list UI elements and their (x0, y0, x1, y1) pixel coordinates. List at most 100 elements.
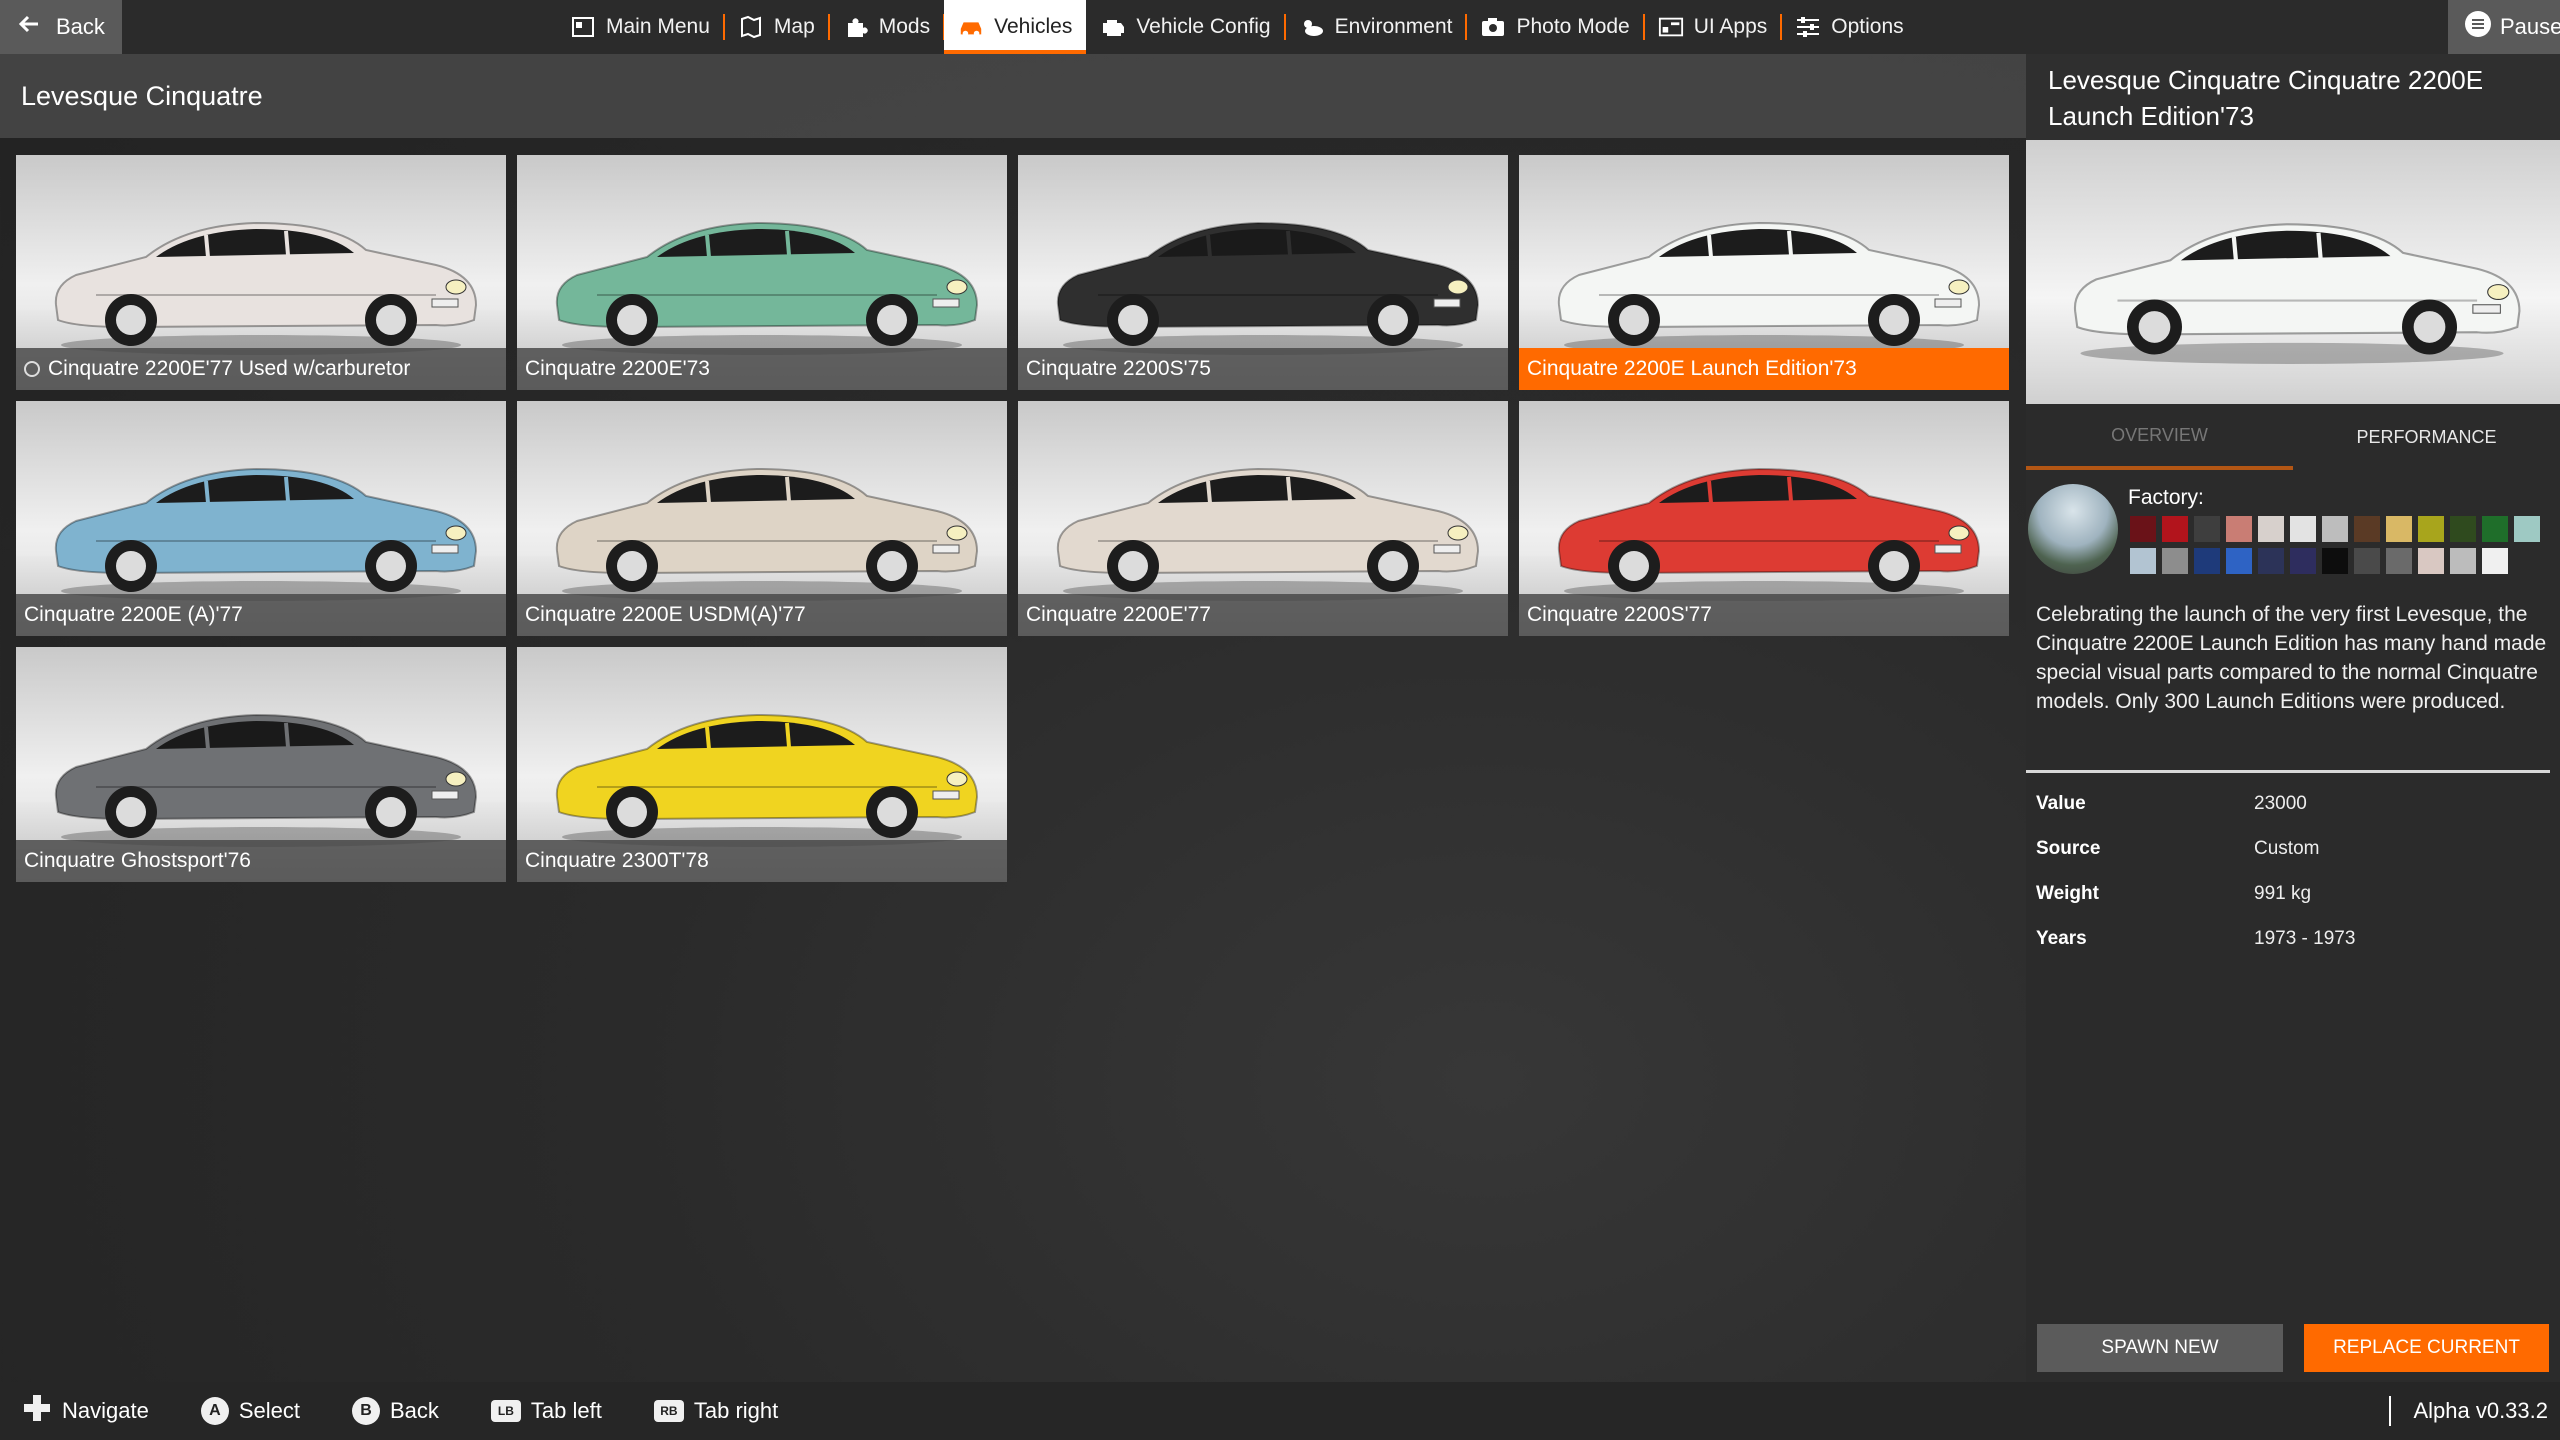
vehicle-thumbnail (54, 221, 478, 355)
vehicle-name: Cinquatre 2200E'73 (525, 357, 710, 380)
vehicle-thumbnail (54, 467, 478, 601)
main-nav: Main Menu Map Mods Vehicles Vehicle Conf… (556, 0, 1918, 54)
vehicle-tile[interactable]: Cinquatre 2200S'75 (1018, 155, 1508, 390)
sliders-icon (1795, 14, 1821, 40)
paint-swatch[interactable] (2162, 516, 2188, 542)
paint-swatch[interactable] (2354, 516, 2380, 542)
paint-swatch[interactable] (2514, 516, 2540, 542)
vehicle-tile-label: Cinquatre 2200S'77 (1519, 594, 2009, 636)
nav-options[interactable]: Options (1781, 0, 1917, 54)
hint-select: A Select (200, 1397, 300, 1425)
vehicle-name: Cinquatre 2200S'75 (1026, 357, 1211, 380)
vehicle-tile[interactable]: Cinquatre 2200E'77 Used w/carburetor (16, 155, 506, 390)
a-button-icon: A (200, 1397, 229, 1425)
hint-back: B Back (352, 1397, 439, 1425)
hint-tab-left-label: Tab left (530, 1398, 602, 1423)
stat-row: Years 1973 - 1973 (2036, 916, 2550, 961)
nav-environment[interactable]: Environment (1285, 0, 1468, 54)
nav-vehicles[interactable]: Vehicles (944, 0, 1087, 54)
paint-swatch[interactable] (2226, 548, 2252, 574)
paint-swatch[interactable] (2450, 548, 2476, 574)
paint-swatch[interactable] (2354, 548, 2380, 574)
vehicle-tile[interactable]: Cinquatre 2200E USDM(A)'77 (517, 401, 1007, 636)
arrow-left-icon (18, 13, 40, 41)
vehicle-tile[interactable]: Cinquatre 2200E'73 (517, 155, 1007, 390)
vehicle-tile[interactable]: Cinquatre 2200E'77 (1018, 401, 1508, 636)
nav-map-label: Map (773, 15, 815, 38)
nav-vehicle-config-label: Vehicle Config (1136, 15, 1271, 38)
stat-row: Weight 991 kg (2036, 871, 2550, 916)
paint-swatch[interactable] (2258, 548, 2284, 574)
stat-row: Value 23000 (2036, 781, 2550, 826)
back-button[interactable]: Back (0, 0, 122, 54)
vehicle-stats: Value 23000 Source Custom Weight 991 kg Yea… (2026, 773, 2560, 969)
nav-ui-apps[interactable]: UI Apps (1644, 0, 1782, 54)
pause-button[interactable]: Pause (2448, 0, 2560, 54)
detail-title: Levesque Cinquatre Cinquatre 2200E Launc… (2026, 54, 2560, 140)
replace-current-button[interactable]: REPLACE CURRENT (2304, 1324, 2549, 1372)
vehicle-tile[interactable]: Cinquatre 2200E Launch Edition'73 (1519, 155, 2009, 390)
nav-mods[interactable]: Mods (829, 0, 946, 54)
controller-hints-bar: Navigate A Select B Back LB Tab left RB … (0, 1382, 2560, 1440)
back-button-label: Back (56, 14, 105, 39)
vehicle-tile-label: Cinquatre 2200S'75 (1018, 348, 1508, 390)
nav-main-menu-label: Main Menu (606, 15, 710, 38)
weather-icon (1299, 14, 1325, 40)
stat-key: Years (2036, 927, 2087, 949)
detail-panel: Levesque Cinquatre Cinquatre 2200E Launc… (2026, 54, 2560, 1382)
vehicle-thumbnail (54, 713, 478, 847)
paint-swatch[interactable] (2194, 516, 2220, 542)
paint-swatch[interactable] (2386, 548, 2412, 574)
paint-swatch[interactable] (2386, 516, 2412, 542)
list-title: Levesque Cinquatre (0, 54, 2026, 138)
paint-swatch[interactable] (2162, 548, 2188, 574)
vehicle-tile[interactable]: Cinquatre 2200E (A)'77 (16, 401, 506, 636)
paint-swatch[interactable] (2290, 516, 2316, 542)
paint-swatch[interactable] (2322, 516, 2348, 542)
spawn-new-button[interactable]: SPAWN NEW (2037, 1324, 2283, 1372)
hint-select-label: Select (238, 1398, 300, 1423)
stat-value: 1973 - 1973 (2254, 927, 2356, 949)
paint-swatch[interactable] (2450, 516, 2476, 542)
paint-swatch[interactable] (2418, 516, 2444, 542)
camera-icon (1480, 14, 1506, 40)
vehicle-thumbnail (555, 713, 979, 847)
nav-main-menu[interactable]: Main Menu (556, 0, 725, 54)
nav-options-label: Options (1831, 15, 1904, 38)
vehicle-thumbnail (1056, 467, 1480, 601)
vehicle-tile[interactable]: Cinquatre Ghostsport'76 (16, 647, 506, 882)
vehicle-tile-label: Cinquatre 2200E Launch Edition'73 (1519, 348, 2009, 390)
vehicle-name: Cinquatre 2200E'77 (1026, 603, 1211, 626)
nav-map[interactable]: Map (724, 0, 830, 54)
dpad-icon (22, 1393, 52, 1429)
car-icon (958, 14, 984, 40)
vehicle-tile-label: Cinquatre 2200E USDM(A)'77 (517, 594, 1007, 636)
paint-swatch[interactable] (2482, 548, 2508, 574)
vehicle-tile-label: Cinquatre 2200E'73 (517, 348, 1007, 390)
paint-swatch[interactable] (2482, 516, 2508, 542)
vehicle-thumbnail (555, 221, 979, 355)
factory-paints: Factory: (2026, 470, 2560, 580)
vehicle-tile-label: Cinquatre 2200E'77 (1018, 594, 1508, 636)
paint-swatch[interactable] (2290, 548, 2316, 574)
paint-swatch[interactable] (2130, 516, 2156, 542)
nav-photo-mode[interactable]: Photo Mode (1466, 0, 1645, 54)
paint-swatch[interactable] (2194, 548, 2220, 574)
paint-swatch[interactable] (2258, 516, 2284, 542)
paint-swatch[interactable] (2130, 548, 2156, 574)
top-navigation-bar: Back Main Menu Map Mods Vehicles Vehicle… (0, 0, 2560, 54)
vehicle-name: Cinquatre 2300T'78 (525, 849, 709, 872)
paint-swatch[interactable] (2226, 516, 2252, 542)
lb-button-icon: LB (490, 1400, 521, 1422)
stat-value: 23000 (2254, 792, 2307, 814)
tab-performance[interactable]: PERFORMANCE (2293, 404, 2560, 470)
tab-overview[interactable]: OVERVIEW (2026, 404, 2293, 470)
stat-key: Source (2036, 837, 2101, 859)
stat-row: Source Custom (2036, 826, 2550, 871)
paint-swatch[interactable] (2418, 548, 2444, 574)
vehicle-tile[interactable]: Cinquatre 2200S'77 (1519, 401, 2009, 636)
paint-swatch[interactable] (2322, 548, 2348, 574)
vehicle-tile[interactable]: Cinquatre 2300T'78 (517, 647, 1007, 882)
hint-tab-right-label: Tab right (693, 1398, 779, 1423)
nav-vehicle-config[interactable]: Vehicle Config (1086, 0, 1286, 54)
